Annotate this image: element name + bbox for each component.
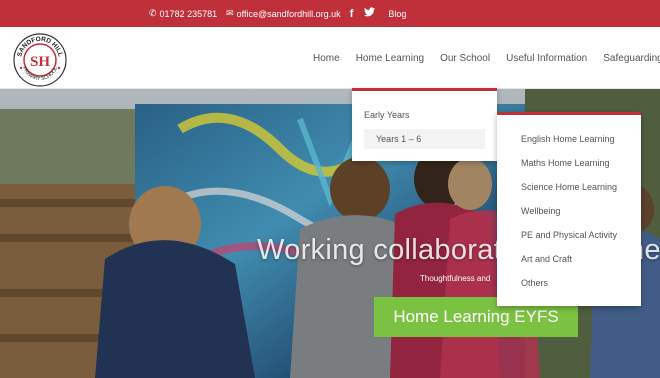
phone-number: 01782 235781 [159, 8, 218, 19]
site-header: SANDFORD HILL PRIMARY SCHOOL SH Home Hom… [0, 27, 660, 89]
blog-link[interactable]: Blog [388, 9, 406, 19]
nav-safeguarding[interactable]: Safeguarding [603, 53, 660, 64]
top-bar: ✆ 01782 235781 ✉ office@sandfordhill.org… [0, 0, 660, 27]
twitter-icon[interactable] [364, 7, 376, 20]
phone-link[interactable]: ✆ 01782 235781 [149, 8, 217, 19]
submenu-item-english[interactable]: English Home Learning [521, 134, 615, 144]
submenu-item-art-and-craft[interactable]: Art and Craft [521, 254, 572, 264]
school-logo[interactable]: SANDFORD HILL PRIMARY SCHOOL SH [12, 32, 68, 88]
main-nav: Home Home Learning Our School Useful Inf… [313, 27, 660, 89]
envelope-icon: ✉ [226, 8, 234, 18]
submenu-item-maths[interactable]: Maths Home Learning [521, 158, 610, 168]
submenu-item-science[interactable]: Science Home Learning [521, 182, 617, 192]
hero-subtitle: Thoughtfulness and [420, 274, 491, 283]
nav-our-school[interactable]: Our School [440, 53, 490, 64]
facebook-icon[interactable]: f [350, 8, 354, 20]
email-address: office@sandfordhill.org.uk [236, 8, 341, 19]
phone-icon: ✆ [149, 8, 157, 18]
nav-useful-information[interactable]: Useful Information [506, 53, 587, 64]
submenu-item-wellbeing[interactable]: Wellbeing [521, 206, 560, 216]
submenu-item-others[interactable]: Others [521, 278, 548, 288]
nav-home[interactable]: Home [313, 53, 340, 64]
dropdown-item-years-1-6[interactable]: Years 1 – 6 [364, 129, 485, 149]
dropdown-item-early-years[interactable]: Early Years [364, 110, 410, 120]
home-learning-dropdown: Early Years Years 1 – 6 [352, 88, 497, 161]
years-1-6-submenu: English Home Learning Maths Home Learnin… [497, 112, 641, 306]
nav-home-learning[interactable]: Home Learning [356, 53, 424, 64]
logo-monogram: SH [30, 54, 50, 70]
email-link[interactable]: ✉ office@sandfordhill.org.uk [226, 8, 341, 19]
hero-title: Working collaborati [257, 234, 509, 266]
submenu-item-pe[interactable]: PE and Physical Activity [521, 230, 617, 240]
